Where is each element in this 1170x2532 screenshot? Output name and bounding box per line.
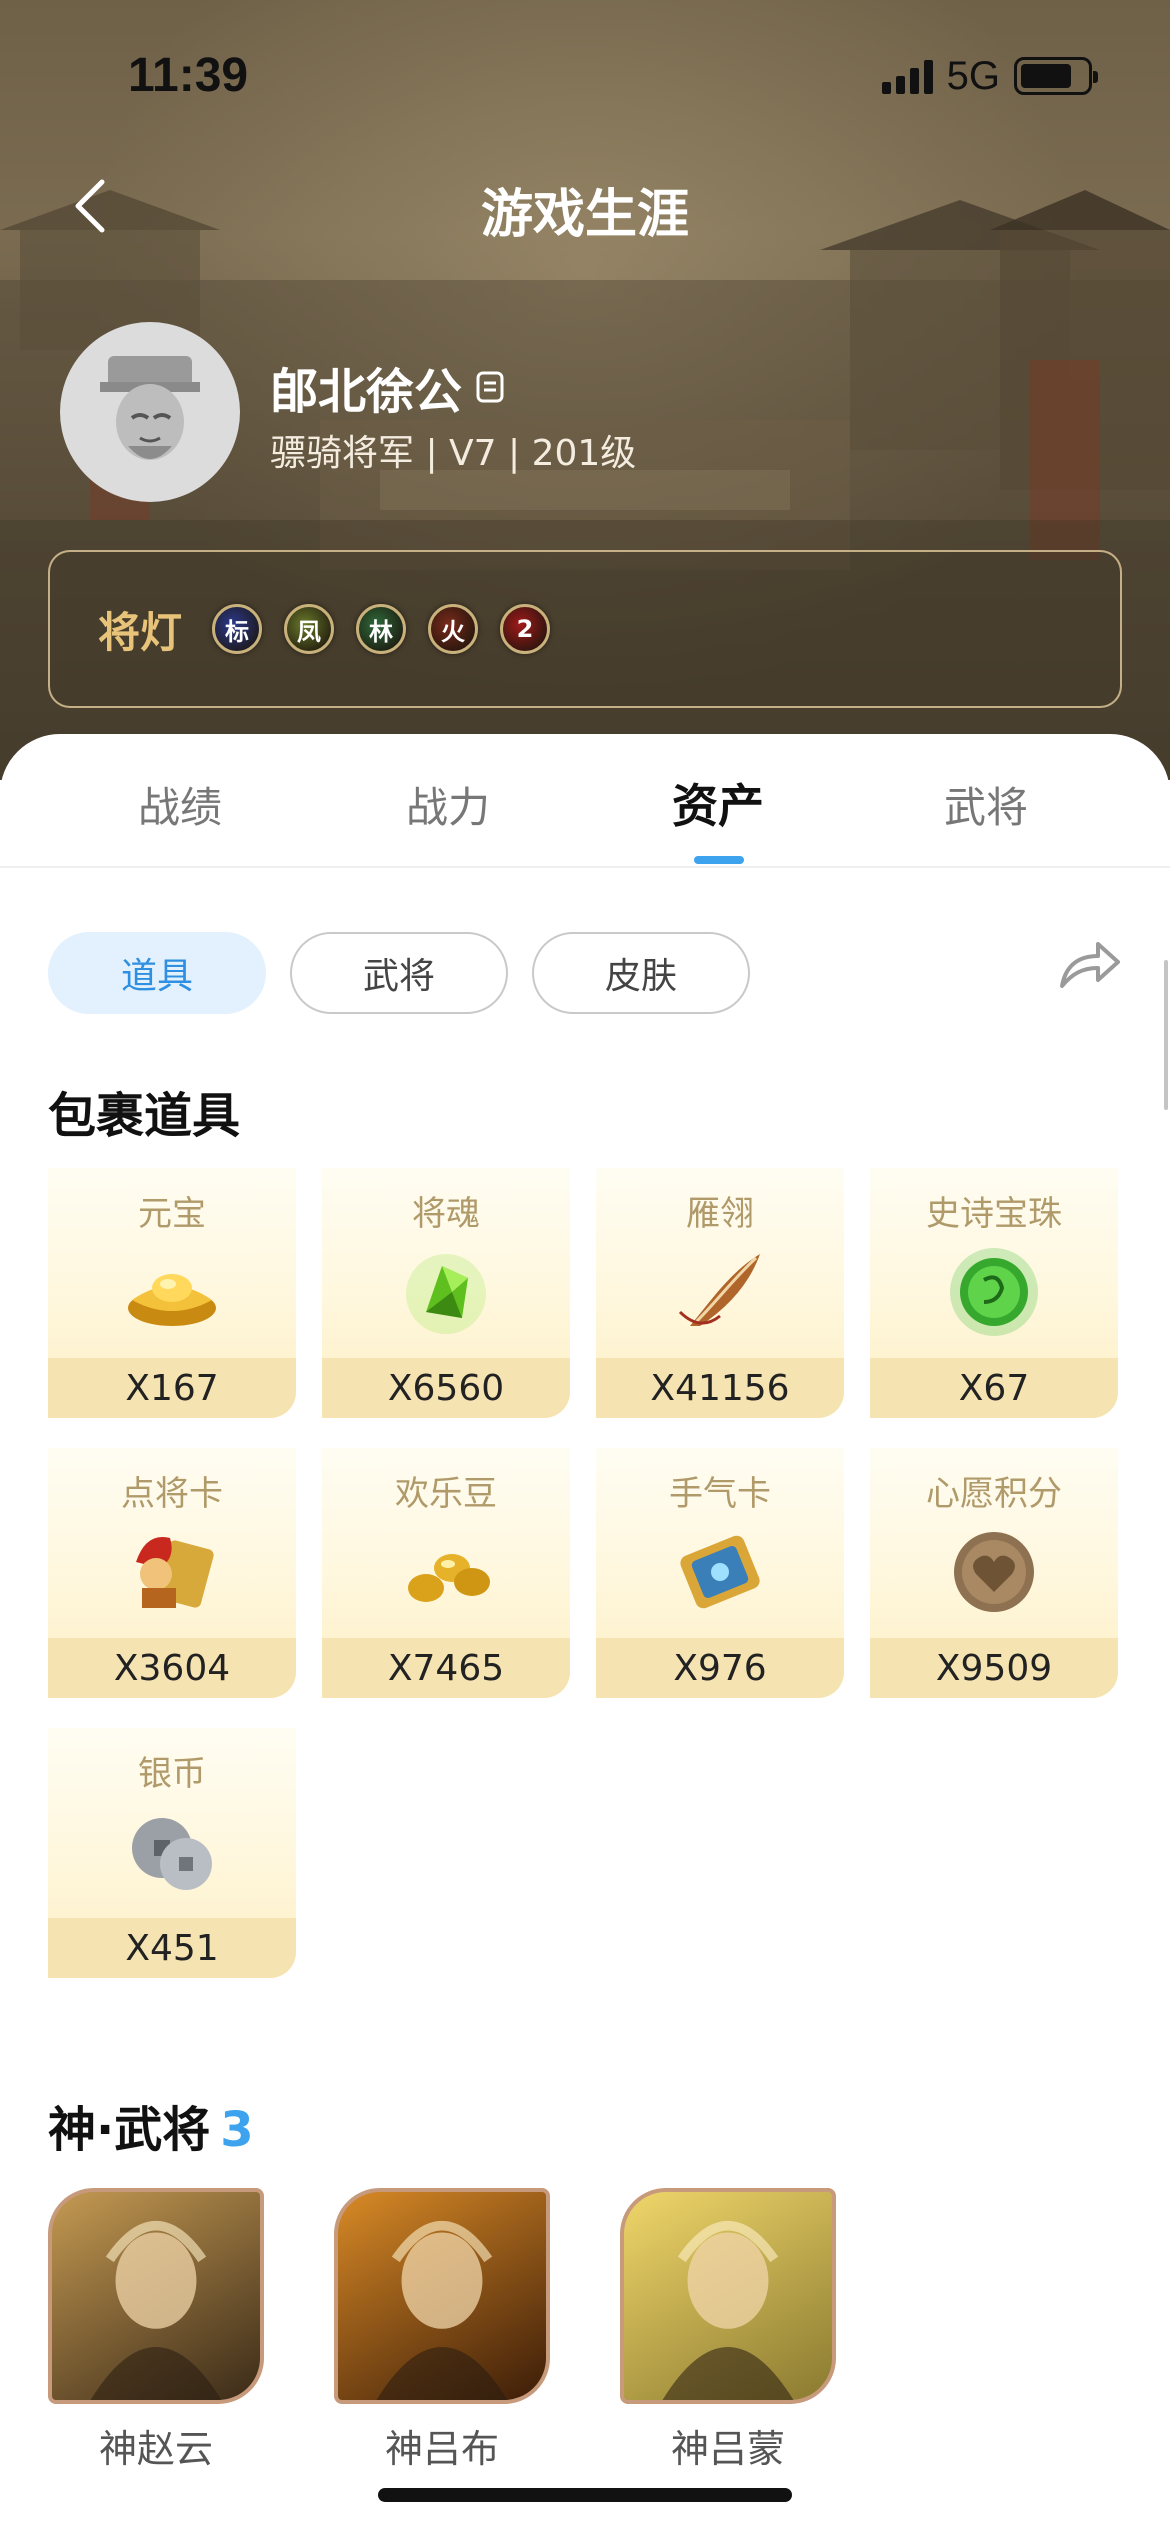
- lamp-badge: 火: [428, 604, 479, 654]
- green-crystal-icon: [396, 1242, 496, 1342]
- avatar[interactable]: [60, 322, 240, 502]
- item-card[interactable]: 史诗宝珠 X67: [870, 1168, 1118, 1418]
- item-card[interactable]: 雁翎 X41156: [596, 1168, 844, 1418]
- item-name: 雁翎: [686, 1194, 754, 1234]
- general-name: 神吕布: [384, 2427, 499, 2471]
- lv-bu-portrait-icon: [338, 2192, 546, 2400]
- status-bar: 11:39 5G: [0, 0, 1170, 150]
- tab-record[interactable]: 战绩: [80, 774, 280, 835]
- page-title: 游戏生涯: [480, 185, 689, 245]
- zhao-yun-portrait-icon: [52, 2192, 260, 2400]
- god-generals-title: 神·武将: [48, 2102, 211, 2158]
- item-count: X976: [596, 1638, 844, 1698]
- lamp-badge: 标: [212, 604, 263, 654]
- lamp-badges: 标凤林火2: [212, 604, 572, 654]
- player-rank-level: 骠骑将军 | V7 | 201级: [270, 433, 637, 474]
- item-card[interactable]: 元宝 X167: [48, 1168, 296, 1418]
- item-count: X7465: [322, 1638, 570, 1698]
- god-generals-count: 3: [220, 2102, 254, 2158]
- status-time: 11:39: [128, 49, 249, 102]
- share-icon: [1060, 942, 1120, 988]
- item-name: 欢乐豆: [395, 1474, 497, 1514]
- active-tab-indicator: [694, 856, 744, 864]
- gold-ingot-icon: [122, 1242, 222, 1342]
- item-card[interactable]: 将魂 X6560: [322, 1168, 570, 1418]
- lamp-badge: 2: [500, 604, 551, 654]
- filter-items-chip[interactable]: 道具: [48, 932, 266, 1014]
- general-card-icon: [122, 1522, 222, 1622]
- item-name: 点将卡: [121, 1474, 223, 1514]
- scroll-indicator: [1164, 960, 1168, 1110]
- god-generals-title-row: 神·武将 3: [48, 2090, 254, 2160]
- filter-skins-chip[interactable]: 皮肤: [532, 932, 750, 1014]
- general-card[interactable]: [334, 2188, 550, 2404]
- item-name: 将魂: [412, 1194, 480, 1234]
- status-indicators: 5G: [881, 53, 1098, 98]
- item-count: X9509: [870, 1638, 1118, 1698]
- profile-name-row: 郋北徐公: [270, 352, 504, 422]
- golden-beans-icon: [396, 1522, 496, 1622]
- silver-coins-icon: [122, 1802, 222, 1902]
- tab-power[interactable]: 战力: [348, 774, 548, 835]
- item-name: 手气卡: [669, 1474, 771, 1514]
- signal-icon: [881, 58, 933, 94]
- item-name: 心愿积分: [926, 1474, 1062, 1514]
- home-indicator: [378, 2488, 792, 2502]
- lamp-badge: 凤: [284, 604, 335, 654]
- item-card[interactable]: 心愿积分 X9509: [870, 1448, 1118, 1698]
- player-name: 郋北徐公: [270, 364, 463, 420]
- item-name: 史诗宝珠: [926, 1194, 1062, 1234]
- general-name: 神吕蒙: [670, 2427, 785, 2471]
- filter-generals-chip[interactable]: 武将: [290, 932, 508, 1014]
- item-card[interactable]: 欢乐豆 X7465: [322, 1448, 570, 1698]
- tab-assets[interactable]: 资产: [618, 770, 818, 836]
- general-card[interactable]: [48, 2188, 264, 2404]
- battery-icon: [1014, 57, 1098, 95]
- item-name: 元宝: [138, 1194, 206, 1234]
- lv-meng-portrait-icon: [624, 2192, 832, 2400]
- item-count: X67: [870, 1358, 1118, 1418]
- item-card[interactable]: 手气卡 X976: [596, 1448, 844, 1698]
- lamps-label: 将灯: [98, 607, 183, 657]
- profile-header: 11:39 5G 游戏生涯 郋北徐公 骠骑将军 | V7 | 201级 将灯 标…: [0, 0, 1170, 780]
- item-count: X41156: [596, 1358, 844, 1418]
- document-icon[interactable]: [476, 371, 504, 403]
- feather-icon: [670, 1242, 770, 1342]
- item-card[interactable]: 银币 X451: [48, 1728, 296, 1978]
- item-name: 银币: [138, 1754, 206, 1794]
- network-label: 5G: [946, 53, 1000, 98]
- item-count: X451: [48, 1918, 296, 1978]
- item-count: X6560: [322, 1358, 570, 1418]
- avatar-portrait-icon: [100, 356, 200, 460]
- tab-bar: 战绩 战力 资产 武将: [0, 734, 1170, 868]
- item-count: X167: [48, 1358, 296, 1418]
- bag-items-title: 包裹道具: [48, 1088, 241, 1144]
- heart-coin-icon: [944, 1522, 1044, 1622]
- item-card[interactable]: 点将卡 X3604: [48, 1448, 296, 1698]
- lamp-badge: 林: [356, 604, 407, 654]
- general-name: 神赵云: [98, 2427, 213, 2471]
- item-count: X3604: [48, 1638, 296, 1698]
- green-orb-icon: [944, 1242, 1044, 1342]
- share-button[interactable]: [1058, 936, 1128, 996]
- general-lamps-panel[interactable]: 将灯 标凤林火2: [48, 550, 1122, 708]
- tab-generals[interactable]: 武将: [886, 774, 1086, 835]
- luck-card-icon: [670, 1522, 770, 1622]
- general-card[interactable]: [620, 2188, 836, 2404]
